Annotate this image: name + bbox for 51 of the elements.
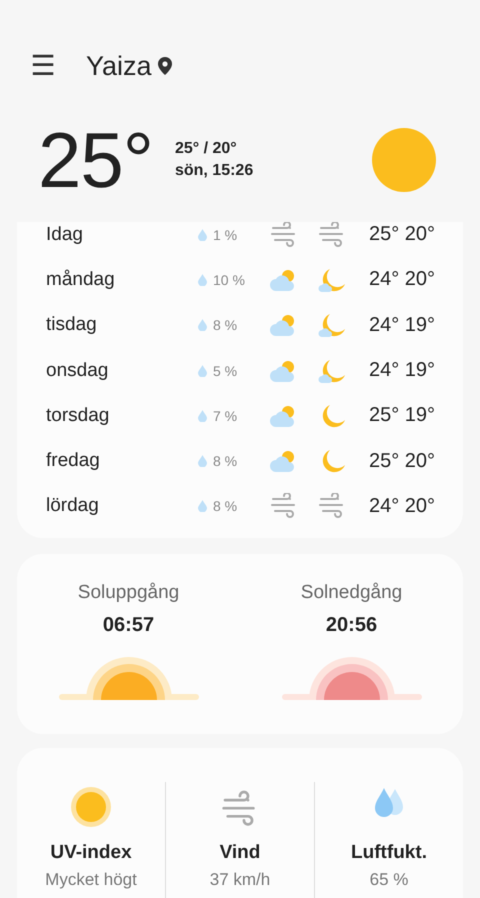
detail-label: Vind bbox=[220, 842, 260, 864]
raindrop-icon bbox=[198, 274, 207, 286]
location-pin-icon bbox=[158, 57, 172, 75]
high-low-temperature: 24° 19° bbox=[368, 314, 435, 337]
high-low-temperature: 24° 19° bbox=[368, 359, 435, 382]
high-low-temperature: 25° 20° bbox=[368, 450, 435, 473]
high-low-temperature: 25° 19° bbox=[368, 404, 435, 428]
sun-event-label: Solnedgång bbox=[300, 582, 402, 604]
location-name: Yaiza bbox=[86, 50, 152, 82]
raindrop-icon bbox=[198, 228, 207, 241]
high-low-temperature: 25° 20° bbox=[368, 223, 435, 246]
day-name: onsdag bbox=[46, 360, 110, 382]
sun-event-label: Soluppgång bbox=[78, 582, 180, 604]
precipitation-chance: 8 % bbox=[213, 498, 238, 514]
sunset-icon bbox=[282, 655, 422, 701]
day-name: torsdag bbox=[46, 404, 110, 427]
detail-value: 37 km/h bbox=[210, 870, 270, 890]
detail-label: Luftfukt. bbox=[351, 842, 427, 864]
menu-button[interactable]: ☰ bbox=[30, 52, 56, 80]
high-low-temperature: 24° 20° bbox=[368, 268, 435, 292]
precipitation-chance: 5 % bbox=[213, 362, 238, 379]
day-name: lördag bbox=[46, 495, 100, 518]
sun-event-time: 20:56 bbox=[326, 614, 378, 637]
precipitation-chance: 8 % bbox=[213, 453, 238, 470]
detail-label: UV-index bbox=[50, 842, 132, 864]
current-temperature: 25° bbox=[38, 114, 153, 206]
high-low-temperature: 25° / 20° bbox=[174, 139, 238, 159]
detail-value: Mycket högt bbox=[45, 870, 137, 890]
detail-value: 65 % bbox=[370, 870, 408, 890]
precipitation-chance: 10 % bbox=[213, 272, 246, 288]
day-name: tisdag bbox=[46, 314, 98, 336]
day-name: måndag bbox=[46, 268, 116, 291]
raindrop-icon bbox=[198, 410, 207, 422]
sun-event-time: 06:57 bbox=[102, 614, 154, 637]
precipitation-chance: 8 % bbox=[213, 317, 238, 334]
day-name: Idag bbox=[46, 224, 84, 246]
raindrop-icon bbox=[198, 364, 207, 377]
moon-cloud-icon bbox=[317, 312, 347, 338]
day-name: fredag bbox=[46, 450, 101, 472]
raindrop-icon bbox=[198, 500, 207, 512]
moon-cloud-icon bbox=[317, 358, 347, 384]
moon-cloud-icon bbox=[317, 266, 347, 293]
date-time: sön, 15:26 bbox=[174, 161, 254, 181]
raindrop-icon bbox=[198, 455, 207, 468]
sun-icon bbox=[372, 128, 436, 192]
uv-sun-icon bbox=[70, 786, 112, 828]
high-low-temperature: 24° 20° bbox=[368, 494, 435, 518]
raindrop-icon bbox=[198, 319, 207, 332]
precipitation-chance: 7 % bbox=[213, 408, 238, 424]
sunrise-icon bbox=[58, 655, 198, 701]
precipitation-chance: 1 % bbox=[213, 226, 238, 243]
